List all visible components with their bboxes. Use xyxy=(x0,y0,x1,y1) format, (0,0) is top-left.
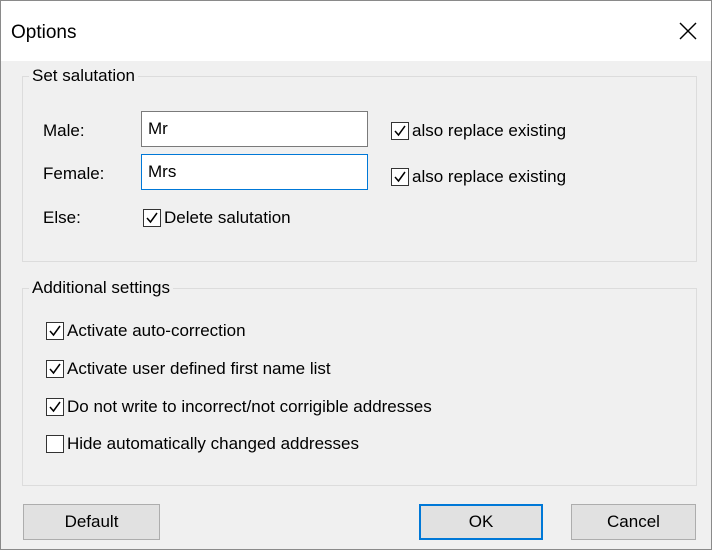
first-name-list-label: Activate user defined first name list xyxy=(67,359,331,378)
close-button[interactable] xyxy=(665,1,711,61)
checkbox-box xyxy=(46,322,64,340)
auto-correction-label: Activate auto-correction xyxy=(67,321,246,340)
female-label: Female: xyxy=(43,164,105,183)
male-replace-checkbox[interactable]: also replace existing xyxy=(391,121,566,141)
checkmark-icon xyxy=(394,171,406,183)
checkmark-icon xyxy=(394,125,406,137)
options-dialog: Options Set salutation Male: also replac… xyxy=(0,0,712,550)
no-write-incorrect-checkbox[interactable]: Do not write to incorrect/not corrigible… xyxy=(46,397,432,417)
cancel-button[interactable]: Cancel xyxy=(571,504,696,540)
additional-settings-legend: Additional settings xyxy=(29,278,173,298)
checkbox-box xyxy=(391,122,409,140)
hide-changed-checkbox[interactable]: Hide automatically changed addresses xyxy=(46,434,359,454)
auto-correction-checkbox[interactable]: Activate auto-correction xyxy=(46,321,246,341)
female-replace-label: also replace existing xyxy=(412,167,567,186)
delete-salutation-checkbox[interactable]: Delete salutation xyxy=(143,208,291,228)
additional-settings-group: Additional settings xyxy=(22,278,697,486)
close-icon xyxy=(679,22,697,40)
checkbox-box xyxy=(391,168,409,186)
ok-button[interactable]: OK xyxy=(419,504,543,540)
female-replace-checkbox[interactable]: also replace existing xyxy=(391,167,566,187)
checkmark-icon xyxy=(49,363,61,375)
male-replace-label: also replace existing xyxy=(412,121,567,140)
title-bar: Options xyxy=(1,1,711,61)
checkmark-icon xyxy=(49,325,61,337)
male-salutation-input[interactable] xyxy=(141,111,368,147)
female-salutation-input[interactable] xyxy=(141,154,368,190)
no-write-incorrect-label: Do not write to incorrect/not corrigible… xyxy=(67,397,432,416)
window-title: Options xyxy=(11,22,77,43)
checkbox-box xyxy=(46,398,64,416)
checkbox-box xyxy=(46,360,64,378)
checkbox-box xyxy=(46,435,64,453)
checkmark-icon xyxy=(49,401,61,413)
checkbox-box xyxy=(143,209,161,227)
male-label: Male: xyxy=(43,121,85,140)
set-salutation-legend: Set salutation xyxy=(29,66,139,86)
default-button[interactable]: Default xyxy=(23,504,160,540)
hide-changed-label: Hide automatically changed addresses xyxy=(67,434,360,453)
checkmark-icon xyxy=(146,212,158,224)
else-label: Else: xyxy=(43,208,81,227)
delete-salutation-label: Delete salutation xyxy=(164,208,291,227)
first-name-list-checkbox[interactable]: Activate user defined first name list xyxy=(46,359,331,379)
